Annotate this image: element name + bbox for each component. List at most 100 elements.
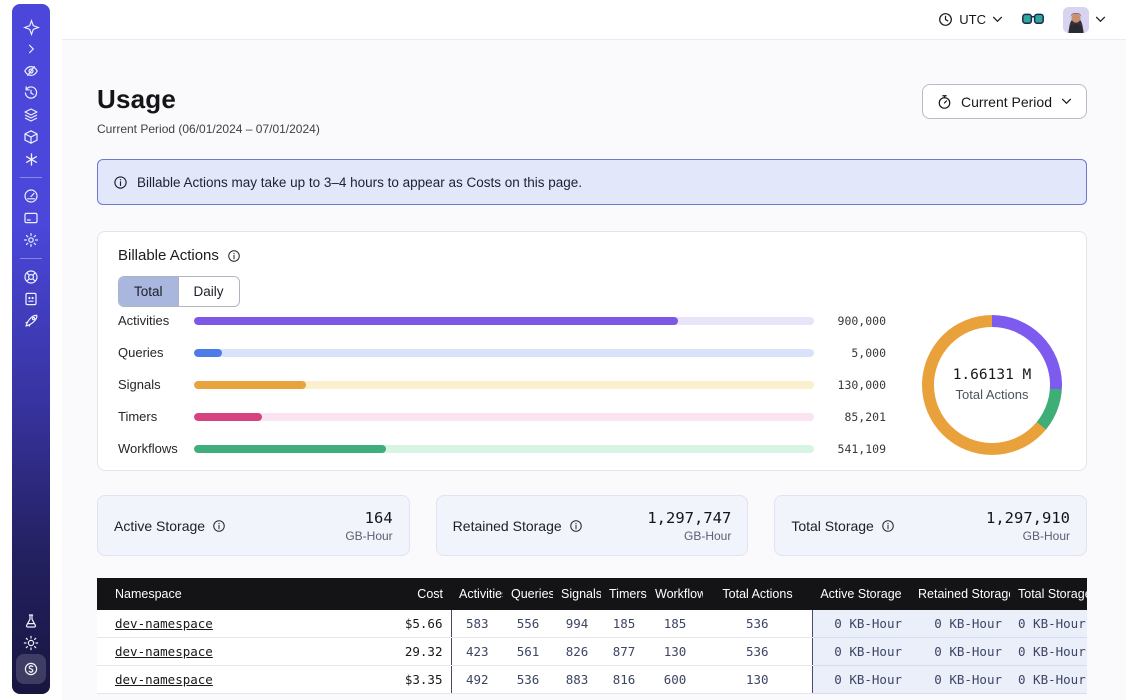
dollar-coin-icon[interactable] bbox=[16, 654, 46, 684]
info-banner: Billable Actions may take up to 3–4 hour… bbox=[97, 159, 1087, 205]
bar-label: Timers bbox=[118, 409, 184, 424]
storage-cards: Active Storage 164 GB-Hour Retained Stor… bbox=[97, 495, 1087, 556]
bar-row-signals: Signals 130,000 bbox=[118, 377, 886, 392]
chevron-right-icon[interactable] bbox=[17, 38, 45, 60]
tab-total[interactable]: Total bbox=[119, 277, 178, 306]
queries-cell: 536 bbox=[503, 666, 553, 694]
avatar bbox=[1063, 7, 1089, 33]
storage-card-label: Total Storage bbox=[791, 518, 874, 534]
bar-label: Workflows bbox=[118, 441, 184, 456]
gauge-icon[interactable] bbox=[17, 185, 45, 207]
timers-cell: 877 bbox=[601, 638, 647, 666]
bar-label: Queries bbox=[118, 345, 184, 360]
col-activities: Activities bbox=[451, 578, 503, 610]
sidebar-divider bbox=[20, 177, 42, 178]
col-signals: Signals bbox=[553, 578, 601, 610]
billable-view-tabs: TotalDaily bbox=[118, 276, 240, 307]
signals-cell: 994 bbox=[553, 610, 601, 638]
activities-cell: 583 bbox=[451, 610, 503, 638]
cube-icon[interactable] bbox=[17, 126, 45, 148]
col-total-actions: Total Actions bbox=[703, 578, 812, 610]
tab-daily[interactable]: Daily bbox=[178, 277, 239, 306]
asterisk-icon[interactable] bbox=[17, 148, 45, 170]
bar-track bbox=[194, 445, 814, 453]
total-storage-cell: 0 KB-Hour bbox=[1010, 638, 1087, 666]
sun-icon[interactable] bbox=[17, 632, 45, 654]
table-header-row: Namespace Cost Activities Queries Signal… bbox=[97, 578, 1087, 610]
namespace-link[interactable]: dev-namespace bbox=[115, 616, 213, 631]
gear-icon[interactable] bbox=[17, 229, 45, 251]
feedback-icon[interactable] bbox=[17, 288, 45, 310]
total-actions-cell: 536 bbox=[703, 638, 812, 666]
col-timers: Timers bbox=[601, 578, 647, 610]
info-icon[interactable] bbox=[212, 519, 226, 533]
retained-storage-cell: 0 KB-Hour bbox=[910, 638, 1010, 666]
period-dropdown-button[interactable]: Current Period bbox=[922, 84, 1087, 119]
storage-card-total-storage: Total Storage 1,297,910 GB-Hour bbox=[774, 495, 1087, 556]
temporal-logo[interactable] bbox=[17, 16, 45, 38]
table-row: dev-namespace $3.35 492 536 883 816 600 … bbox=[97, 666, 1087, 694]
namespace-link[interactable]: dev-namespace bbox=[115, 672, 213, 687]
card-icon[interactable] bbox=[17, 207, 45, 229]
chevron-down-icon bbox=[1061, 98, 1072, 105]
bar-track bbox=[194, 349, 814, 357]
table-row: dev-namespace 29.32 423 561 826 877 130 … bbox=[97, 638, 1087, 666]
user-menu[interactable] bbox=[1063, 7, 1106, 33]
storage-card-value: 1,297,747 bbox=[647, 509, 731, 527]
total-actions-cell: 130 bbox=[703, 666, 812, 694]
namespace-cell: dev-namespace bbox=[97, 638, 347, 666]
bar-value: 130,000 bbox=[824, 378, 886, 392]
cost-cell: $3.35 bbox=[347, 666, 451, 694]
retained-storage-cell: 0 KB-Hour bbox=[910, 666, 1010, 694]
period-dropdown-label: Current Period bbox=[961, 94, 1052, 110]
bar-row-activities: Activities 900,000 bbox=[118, 313, 886, 328]
flask-icon[interactable] bbox=[17, 610, 45, 632]
bar-value: 541,109 bbox=[824, 442, 886, 456]
page-title: Usage bbox=[97, 84, 320, 115]
bar-fill bbox=[194, 317, 678, 325]
total-storage-cell: 0 KB-Hour bbox=[1010, 610, 1087, 638]
rocket-icon[interactable] bbox=[17, 310, 45, 332]
timers-cell: 816 bbox=[601, 666, 647, 694]
usage-page: Usage Current Period (06/01/2024 – 07/01… bbox=[62, 40, 1126, 700]
bar-value: 5,000 bbox=[824, 346, 886, 360]
col-total-storage: Total Storage bbox=[1010, 578, 1087, 610]
timezone-selector[interactable]: UTC bbox=[938, 12, 1003, 27]
bar-label: Signals bbox=[118, 377, 184, 392]
chevron-down-icon bbox=[1095, 16, 1106, 23]
queries-cell: 561 bbox=[503, 638, 553, 666]
storage-card-value: 164 bbox=[345, 509, 392, 527]
info-icon[interactable] bbox=[569, 519, 583, 533]
info-icon[interactable] bbox=[881, 519, 895, 533]
eye-icon[interactable] bbox=[17, 60, 45, 82]
bar-track bbox=[194, 381, 814, 389]
active-storage-cell: 0 KB-Hour bbox=[812, 638, 910, 666]
billable-actions-card: Billable Actions TotalDaily Activities 9… bbox=[97, 231, 1087, 471]
namespace-link[interactable]: dev-namespace bbox=[115, 644, 213, 659]
col-retained-storage: Retained Storage bbox=[910, 578, 1010, 610]
total-actions-label: Total Actions bbox=[956, 387, 1029, 402]
history-icon[interactable] bbox=[17, 82, 45, 104]
retained-storage-cell: 0 KB-Hour bbox=[910, 610, 1010, 638]
current-period-subtitle: Current Period (06/01/2024 – 07/01/2024) bbox=[97, 122, 320, 136]
stopwatch-icon bbox=[937, 94, 952, 110]
lifebuoy-icon[interactable] bbox=[17, 266, 45, 288]
chevron-down-icon bbox=[992, 16, 1003, 23]
info-icon[interactable] bbox=[227, 249, 241, 263]
col-cost: Cost bbox=[347, 578, 451, 610]
bar-value: 900,000 bbox=[824, 314, 886, 328]
storage-card-unit: GB-Hour bbox=[986, 529, 1070, 543]
billable-bars: Activities 900,000 Queries 5,000 Signals… bbox=[118, 313, 922, 456]
bar-fill bbox=[194, 445, 386, 453]
topbar: UTC bbox=[62, 0, 1126, 40]
storage-card-unit: GB-Hour bbox=[647, 529, 731, 543]
col-workflows: Workflows bbox=[647, 578, 703, 610]
glasses-icon[interactable] bbox=[1019, 9, 1047, 31]
col-active-storage: Active Storage bbox=[812, 578, 910, 610]
layers-icon[interactable] bbox=[17, 104, 45, 126]
table-body: dev-namespace $5.66 583 556 994 185 185 … bbox=[97, 610, 1087, 694]
timezone-label: UTC bbox=[959, 12, 986, 27]
info-icon bbox=[113, 175, 128, 190]
bar-fill bbox=[194, 413, 262, 421]
main-area: UTC Usage Current Period (06/01/2024 – 0… bbox=[62, 0, 1126, 700]
